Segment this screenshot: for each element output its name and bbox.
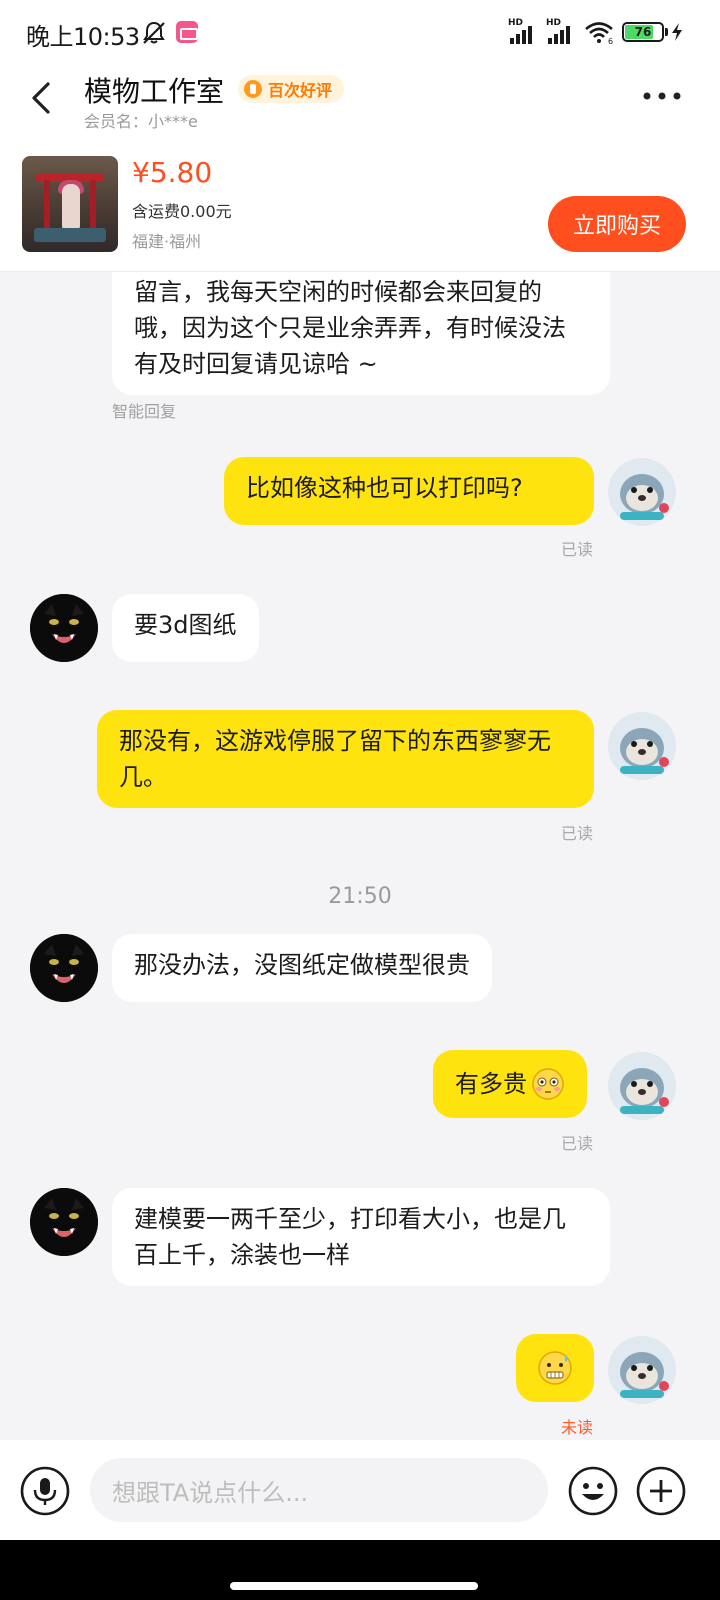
- outgoing-message[interactable]: 比如像这种也可以打印吗?: [224, 457, 594, 525]
- charging-bolt-icon: [672, 23, 682, 41]
- more-dots-icon[interactable]: [640, 84, 684, 108]
- signal-sim1-icon: HD: [508, 18, 542, 44]
- otter-avatar-icon: [608, 1052, 676, 1120]
- signal-sim2-icon: HD: [546, 18, 580, 44]
- rating-badge-label: 百次好评: [268, 81, 333, 100]
- message-text: 建模要一两千至少，打印看大小，也是几百上千，涂装也一样: [134, 1205, 566, 1269]
- product-price: ¥5.80: [132, 156, 213, 189]
- seller-avatar[interactable]: [30, 934, 98, 1002]
- chat-timestamp: 21:50: [328, 884, 392, 909]
- my-avatar[interactable]: [608, 458, 676, 526]
- incoming-message[interactable]: 留言，我每天空闲的时候都会来回复的哦，因为这个只是业余弄弄，有时候没法有及时回复…: [112, 272, 610, 395]
- home-indicator[interactable]: [230, 1582, 478, 1590]
- otter-avatar-icon: [608, 1336, 676, 1404]
- read-status: 已读: [561, 824, 594, 843]
- thumbs-up-icon: [244, 80, 262, 98]
- smart-reply-label: 智能回复: [112, 402, 177, 421]
- rating-badge: 百次好评: [238, 75, 345, 103]
- smiley-icon[interactable]: [568, 1466, 618, 1516]
- status-time: 晚上10:53: [26, 23, 140, 51]
- product-thumbnail[interactable]: [22, 156, 118, 252]
- microphone-icon[interactable]: [20, 1466, 70, 1516]
- grimacing-sweat-emoji-icon: [538, 1351, 572, 1385]
- my-avatar[interactable]: [608, 1052, 676, 1120]
- outgoing-emoji-message[interactable]: [516, 1334, 594, 1402]
- member-name: 会员名：小***e: [84, 112, 198, 131]
- flushed-face-emoji-icon: [532, 1068, 564, 1100]
- shipping-fee: 含运费0.00元: [132, 202, 232, 221]
- read-status: 已读: [561, 1134, 594, 1153]
- message-text: 有多贵: [455, 1070, 527, 1098]
- product-location: 福建·福州: [132, 232, 202, 251]
- buy-now-button[interactable]: 立即购买: [548, 196, 686, 252]
- outgoing-message[interactable]: 那没有，这游戏停服了留下的东西寥寥无几。: [97, 710, 594, 808]
- gesture-nav-area: [0, 1540, 720, 1600]
- my-avatar[interactable]: [608, 712, 676, 780]
- incoming-message[interactable]: 那没办法，没图纸定做模型很贵: [112, 934, 492, 1002]
- torii-gate-left: [44, 180, 50, 232]
- incoming-message[interactable]: 建模要一两千至少，打印看大小，也是几百上千，涂装也一样: [112, 1188, 610, 1286]
- chat-header: 模物工作室 百次好评 会员名：小***e: [0, 62, 720, 142]
- black-cat-avatar-icon: [30, 594, 98, 662]
- message-text: 那没办法，没图纸定做模型很贵: [134, 951, 470, 979]
- otter-avatar-icon: [608, 712, 676, 780]
- battery-icon: 76: [622, 22, 664, 42]
- outgoing-message[interactable]: 有多贵: [433, 1050, 587, 1118]
- seller-avatar[interactable]: [30, 594, 98, 662]
- message-text: 比如像这种也可以打印吗?: [246, 474, 523, 502]
- shop-name[interactable]: 模物工作室: [84, 70, 224, 110]
- unread-status: 未读: [561, 1418, 594, 1437]
- seller-avatar[interactable]: [30, 1188, 98, 1256]
- torii-gate-right: [90, 180, 96, 232]
- mute-bell-icon: [143, 21, 165, 44]
- battery-tip: [665, 28, 668, 36]
- message-text: 要3d图纸: [134, 611, 237, 639]
- plus-icon[interactable]: [636, 1466, 686, 1516]
- product-card[interactable]: ¥5.80 含运费0.00元 福建·福州 立即购买: [0, 142, 720, 272]
- wifi-icon: 6: [585, 22, 613, 44]
- read-status: 已读: [561, 540, 594, 559]
- black-cat-avatar-icon: [30, 934, 98, 1002]
- message-text: 留言，我每天空闲的时候都会来回复的哦，因为这个只是业余弄弄，有时候没法有及时回复…: [134, 278, 566, 378]
- message-input[interactable]: 想跟TA说点什么...: [90, 1458, 548, 1522]
- status-bar: 晚上10:53 HD HD 6 76: [0, 0, 720, 62]
- otter-avatar-icon: [608, 458, 676, 526]
- message-input-bar: 想跟TA说点什么...: [0, 1440, 720, 1540]
- battery-level: 76: [634, 25, 652, 39]
- bilibili-app-icon: [176, 21, 198, 43]
- figure-base: [34, 228, 106, 242]
- figure-body: [62, 184, 80, 230]
- incoming-message[interactable]: 要3d图纸: [112, 594, 259, 662]
- message-text: 那没有，这游戏停服了留下的东西寥寥无几。: [119, 727, 551, 791]
- back-arrow-icon[interactable]: [26, 76, 58, 120]
- black-cat-avatar-icon: [30, 1188, 98, 1256]
- my-avatar[interactable]: [608, 1336, 676, 1404]
- svg-text:6: 6: [608, 37, 613, 44]
- chat-message-list[interactable]: 留言，我每天空闲的时候都会来回复的哦，因为这个只是业余弄弄，有时候没法有及时回复…: [0, 272, 720, 1440]
